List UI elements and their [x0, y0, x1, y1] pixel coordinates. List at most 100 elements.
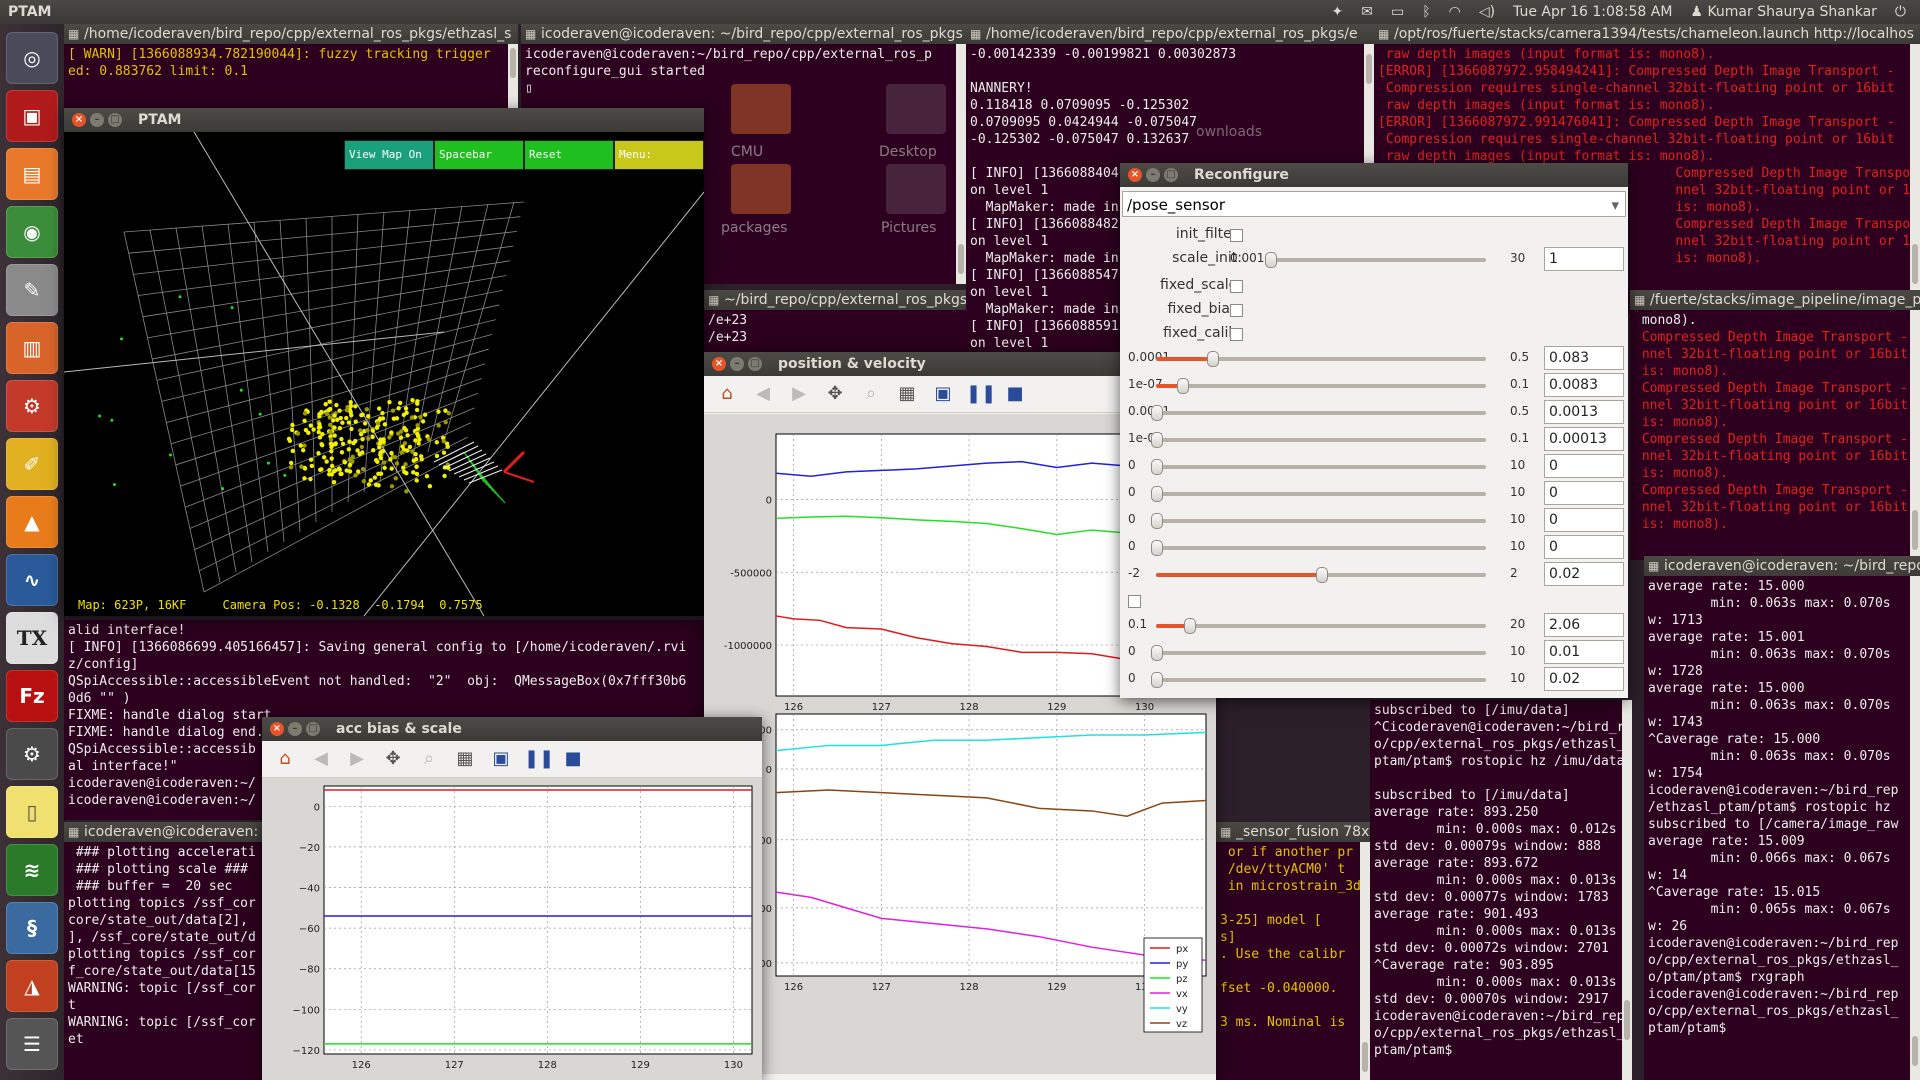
terminal-window[interactable]: /home/icoderaven/bird_repo/cpp/external_… [64, 24, 518, 114]
back-icon[interactable]: ◀ [750, 381, 776, 407]
ptam-window[interactable]: × – □ PTAM View Map On Spacebar Reset Menu… [64, 108, 704, 616]
param-value-field[interactable]: 1 [1544, 247, 1624, 271]
vlc-icon[interactable]: ▲ [6, 496, 58, 548]
steam-icon[interactable]: ⚙ [6, 728, 58, 780]
slider-knob[interactable] [1151, 672, 1163, 688]
ptam-map-view[interactable] [64, 132, 704, 616]
save-icon[interactable]: ▣ [930, 381, 956, 407]
terminal-title[interactable]: ~/bird_repo/cpp/external_ros_pkgs [704, 290, 966, 310]
tex-icon[interactable]: TX [6, 612, 58, 664]
terminal-title[interactable]: icoderaven@icoderaven: ~/bird_repo [1644, 556, 1920, 576]
param-slider[interactable] [1265, 252, 1486, 268]
clock[interactable]: Tue Apr 16 1:08:58 AM [1513, 4, 1672, 20]
window-titlebar[interactable]: × – □ acc bias & scale [262, 717, 762, 741]
pause-icon[interactable]: ❚❚ [524, 746, 554, 772]
param-slider[interactable] [1151, 672, 1486, 688]
pause-icon[interactable]: ❚❚ [966, 381, 996, 407]
param-slider[interactable] [1151, 540, 1486, 556]
volume-icon[interactable]: ◁) [1479, 4, 1495, 20]
chrome-icon[interactable]: ◉ [6, 206, 58, 258]
pan-icon[interactable]: ✥ [822, 381, 848, 407]
settings-icon[interactable]: ⚙ [6, 380, 58, 432]
forward-icon[interactable]: ▶ [786, 381, 812, 407]
minimize-icon[interactable]: – [1146, 168, 1160, 182]
slider-knob[interactable] [1151, 486, 1163, 502]
save-icon[interactable]: ▣ [488, 746, 514, 772]
param-slider[interactable] [1151, 432, 1486, 448]
scrollbar[interactable] [1910, 44, 1920, 314]
param-slider[interactable] [1151, 486, 1486, 502]
param-value-field[interactable]: 0.02 [1544, 562, 1624, 586]
python-icon[interactable]: § [6, 902, 58, 954]
scrollbar[interactable] [1360, 842, 1370, 1080]
param-checkbox[interactable] [1230, 328, 1243, 341]
folder-icon[interactable] [886, 164, 946, 214]
minimize-icon[interactable]: – [288, 722, 302, 736]
slider-knob[interactable] [1151, 513, 1163, 529]
param-value-field[interactable]: 0 [1544, 508, 1624, 532]
home-icon[interactable]: ⌂ [714, 381, 740, 407]
param-value-field[interactable]: 0 [1544, 535, 1624, 559]
slider-knob[interactable] [1151, 459, 1163, 475]
param-slider[interactable] [1151, 405, 1486, 421]
terminal-title[interactable]: icoderaven@icoderaven: ~/bird_repo/cpp/e… [521, 24, 966, 44]
sticky-notes-icon[interactable]: ▯ [6, 786, 58, 838]
slider-knob[interactable] [1184, 618, 1196, 634]
folder-icon[interactable] [886, 84, 946, 134]
maximize-icon[interactable]: □ [108, 113, 122, 127]
slider-knob[interactable] [1151, 405, 1163, 421]
forward-icon[interactable]: ▶ [344, 746, 370, 772]
slider-knob[interactable] [1151, 432, 1163, 448]
param-checkbox[interactable] [1230, 229, 1243, 242]
node-select[interactable]: /pose_sensor ▾ [1122, 191, 1626, 217]
terminal-title[interactable]: _sensor_fusion 78x13 [1216, 822, 1370, 842]
maximize-icon[interactable]: □ [1164, 168, 1178, 182]
menu-item-reset[interactable]: Reset [524, 140, 614, 170]
ubuntu-dash-icon[interactable]: ◎ [6, 32, 58, 84]
battery-icon[interactable]: ▭ [1391, 4, 1404, 20]
menu-item-view-map[interactable]: View Map On [344, 140, 434, 170]
close-icon[interactable]: × [1128, 168, 1142, 182]
param-value-field[interactable]: 2.06 [1544, 613, 1624, 637]
system-monitor-icon[interactable]: ∿ [6, 554, 58, 606]
software-center-icon[interactable]: ▥ [6, 322, 58, 374]
param-value-field[interactable]: 0.0083 [1544, 373, 1624, 397]
param-slider[interactable] [1151, 513, 1486, 529]
close-icon[interactable]: × [270, 722, 284, 736]
scrollbar[interactable] [508, 44, 518, 114]
spotify-icon[interactable]: ≋ [6, 844, 58, 896]
scrollbar[interactable] [1910, 310, 1920, 560]
minimize-icon[interactable]: – [730, 357, 744, 371]
slider-knob[interactable] [1207, 351, 1220, 367]
back-icon[interactable]: ◀ [308, 746, 334, 772]
terminal-window[interactable]: icoderaven@icoderaven: ~/bird_repo avera… [1644, 556, 1920, 1080]
param-value-field[interactable]: 0.083 [1544, 346, 1624, 370]
slider-knob[interactable] [1177, 378, 1190, 394]
pan-icon[interactable]: ✥ [380, 746, 406, 772]
window-titlebar[interactable]: × – □ PTAM [64, 108, 704, 132]
plot-window-acc-bias[interactable]: × – □ acc bias & scale ⌂ ◀ ▶ ✥ ⌕ ▦ ▣ ❚❚ ■ … [262, 717, 762, 1080]
param-checkbox[interactable] [1230, 304, 1243, 317]
param-value-field[interactable]: 0.02 [1544, 667, 1624, 691]
terminal-title[interactable]: /home/icoderaven/bird_repo/cpp/external_… [966, 24, 1374, 44]
user-menu[interactable]: ♟ Kumar Shaurya Shankar [1690, 4, 1877, 20]
bluetooth-icon[interactable]: ᛒ [1422, 4, 1430, 20]
text-editor-icon[interactable]: ✎ [6, 264, 58, 316]
terminal-title[interactable]: icoderaven@icoderaven: [64, 822, 264, 842]
param-slider[interactable] [1156, 567, 1486, 583]
power-icon[interactable]: ⏻ [1895, 4, 1906, 20]
notes-icon[interactable]: ✐ [6, 438, 58, 490]
param-checkbox[interactable] [1128, 595, 1141, 608]
param-value-field[interactable]: 0.0013 [1544, 400, 1624, 424]
terminal-window[interactable]: subscribed to [/imu/data] ^Cicoderaven@ic… [1370, 700, 1632, 1080]
reconfigure-window[interactable]: × – □ Reconfigure /pose_sensor ▾ init_filt… [1120, 163, 1628, 698]
slider-knob[interactable] [1151, 645, 1163, 661]
dropbox-icon[interactable]: ✦ [1331, 4, 1343, 20]
terminal-red-icon[interactable]: ▣ [6, 90, 58, 142]
stop-icon[interactable]: ■ [560, 746, 586, 772]
matlab-icon[interactable]: ◮ [6, 960, 58, 1012]
close-icon[interactable]: × [72, 113, 86, 127]
subplots-icon[interactable]: ▦ [894, 381, 920, 407]
zoom-icon[interactable]: ⌕ [416, 746, 442, 772]
maximize-icon[interactable]: □ [748, 357, 762, 371]
